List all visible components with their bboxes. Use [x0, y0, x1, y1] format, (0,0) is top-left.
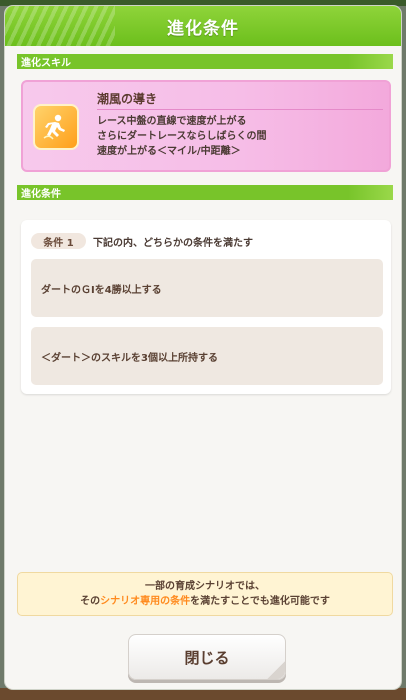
- evolution-conditions-dialog: 進化条件 進化スキル 潮風の導き レース中盤の直線で速度が上がる さらにダートレ…: [5, 6, 401, 689]
- note-line2-prefix: その: [80, 596, 101, 607]
- background-bottom: [0, 688, 406, 700]
- button-corner: [267, 661, 285, 679]
- close-button[interactable]: 閉じる: [128, 634, 286, 680]
- close-button-label: 閉じる: [184, 648, 230, 667]
- running-figure-icon: [33, 104, 79, 150]
- scenario-note: 一部の育成シナリオでは、 そのシナリオ専用の条件を満たすことでも進化可能です: [17, 572, 393, 616]
- condition-box: 条件 1 下記の内、どちらかの条件を満たす ダートのＧⅠを4勝以上する ＜ダート…: [21, 220, 391, 394]
- condition-item: ダートのＧⅠを4勝以上する: [31, 259, 383, 317]
- running-figure-icon-graphic: [43, 114, 65, 140]
- header-stripes: [5, 6, 115, 46]
- section-bar: [17, 54, 393, 69]
- section-label-skill: 進化スキル: [17, 54, 393, 69]
- note-line2: そのシナリオ専用の条件を満たすことでも進化可能です: [18, 594, 392, 609]
- note-highlight: シナリオ専用の条件: [100, 596, 191, 607]
- section-bar: [17, 185, 393, 200]
- condition-item: ＜ダート＞のスキルを3個以上所持する: [31, 327, 383, 385]
- skill-description: レース中盤の直線で速度が上がる さらにダートレースならしばらくの間 速度が上がる…: [97, 116, 267, 157]
- dialog-header: 進化条件: [5, 6, 401, 46]
- skill-name: 潮風の導き: [97, 92, 158, 106]
- condition-tag: 条件 1: [31, 233, 86, 249]
- skill-card[interactable]: 潮風の導き レース中盤の直線で速度が上がる さらにダートレースならしばらくの間 …: [21, 80, 391, 172]
- section-label-condition-text: 進化条件: [21, 189, 61, 200]
- section-label-condition: 進化条件: [17, 185, 393, 200]
- note-line2-suffix: を満たすことでも進化可能です: [190, 596, 330, 607]
- condition-heading: 下記の内、どちらかの条件を満たす: [93, 238, 253, 249]
- section-label-skill-text: 進化スキル: [21, 58, 71, 69]
- dialog-title: 進化条件: [167, 18, 239, 39]
- skill-divider: [97, 109, 383, 110]
- note-line1: 一部の育成シナリオでは、: [145, 581, 265, 592]
